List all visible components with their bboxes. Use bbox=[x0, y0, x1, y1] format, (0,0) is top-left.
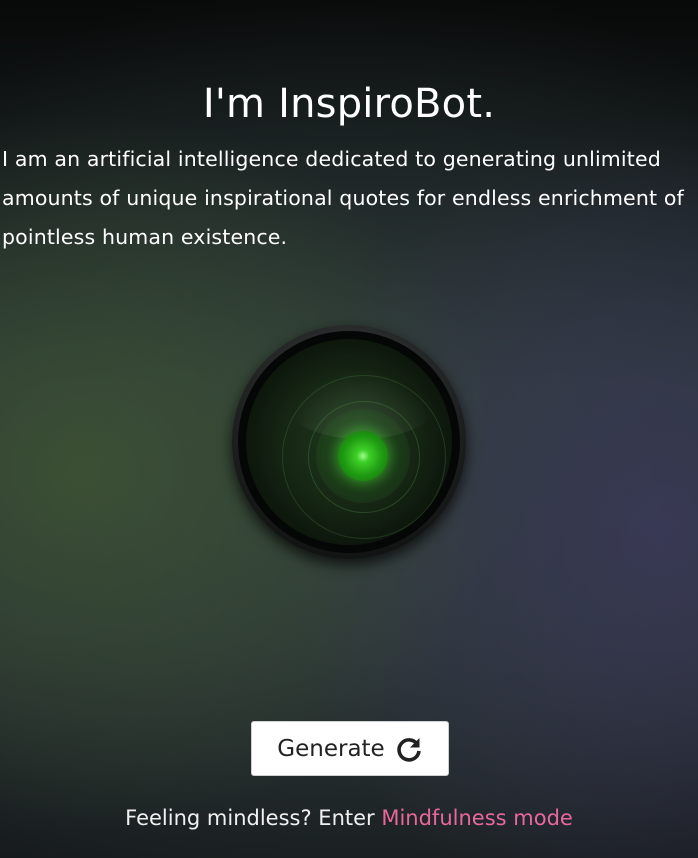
bot-eye-lens bbox=[246, 339, 452, 545]
refresh-icon bbox=[396, 737, 421, 762]
generate-button-label: Generate bbox=[277, 735, 385, 762]
page-title: I'm InspiroBot. bbox=[202, 81, 496, 127]
mindfulness-mode-link[interactable]: Mindfulness mode bbox=[381, 806, 572, 830]
generate-button[interactable]: Generate bbox=[251, 721, 449, 776]
bot-eye-core bbox=[338, 431, 388, 481]
mindfulness-prompt-text: Feeling mindless? Enter bbox=[125, 806, 382, 830]
intro-text: I am an artificial intelligence dedicate… bbox=[2, 147, 684, 249]
bot-eye-icon[interactable] bbox=[232, 325, 466, 559]
mindfulness-prompt: Feeling mindless? Enter Mindfulness mode bbox=[0, 800, 698, 836]
